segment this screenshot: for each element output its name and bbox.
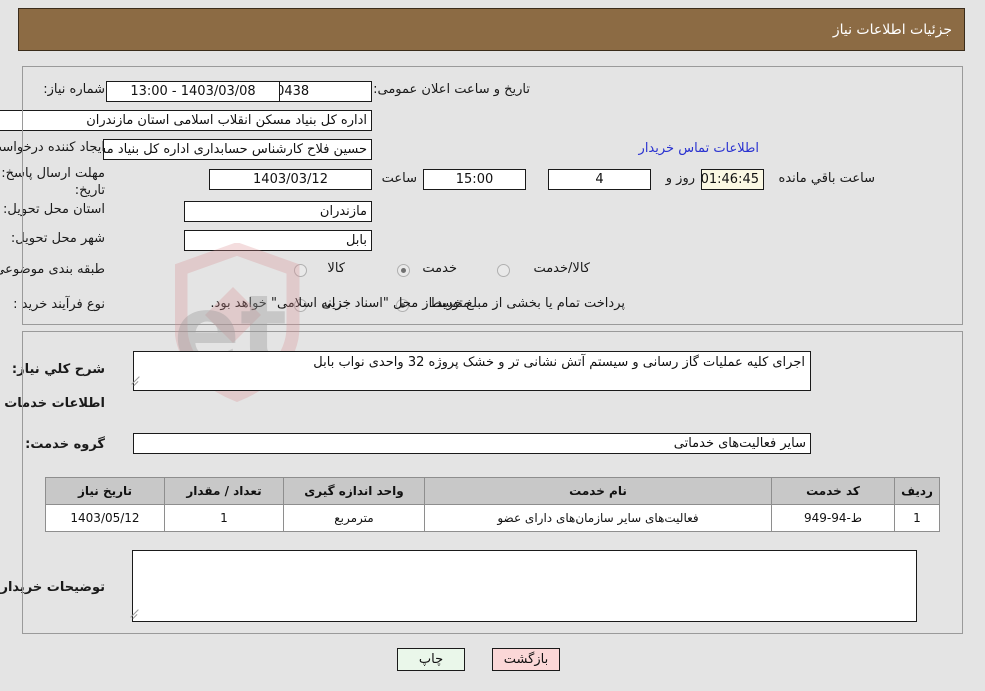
buyer-notes-textarea[interactable] — [132, 550, 917, 622]
page-header: جزئیات اطلاعات نیاز — [18, 8, 965, 51]
need-summary-panel — [22, 66, 963, 325]
print-button[interactable]: چاپ — [397, 648, 465, 671]
col-name: نام خدمت — [424, 477, 772, 505]
table-row[interactable]: 1 ط-94-949 فعالیت‌های سایر سازمان‌های دا… — [45, 504, 940, 532]
cell-date: 1403/05/12 — [45, 504, 165, 532]
services-table-body: 1 ط-94-949 فعالیت‌های سایر سازمان‌های دا… — [45, 504, 940, 532]
cell-unit: مترمربع — [283, 504, 425, 532]
services-table-head: ردیف کد خدمت نام خدمت واحد اندازه گیری ت… — [45, 477, 940, 505]
cell-code: ط-94-949 — [771, 504, 895, 532]
cell-name: فعالیت‌های سایر سازمان‌های دارای عضو — [424, 504, 772, 532]
col-unit: واحد اندازه گیری — [283, 477, 425, 505]
page-title: جزئیات اطلاعات نیاز — [832, 21, 952, 38]
page-root: جزئیات اطلاعات نیاز شماره نیاز: 11030052… — [0, 0, 985, 691]
general-desc-textarea[interactable]: اجرای کلیه عملیات گاز رسانی و سیستم آتش … — [133, 351, 811, 391]
cell-qty: 1 — [164, 504, 284, 532]
cell-row: 1 — [894, 504, 940, 532]
col-row: ردیف — [894, 477, 940, 505]
table-header-row: ردیف کد خدمت نام خدمت واحد اندازه گیری ت… — [45, 477, 940, 505]
services-table: ردیف کد خدمت نام خدمت واحد اندازه گیری ت… — [45, 477, 940, 532]
col-qty: تعداد / مقدار — [164, 477, 284, 505]
col-code: کد خدمت — [771, 477, 895, 505]
service-group-field[interactable]: سایر فعالیت‌های خدماتی — [133, 433, 811, 454]
col-date: تاریخ نیاز — [45, 477, 165, 505]
back-button[interactable]: بازگشت — [492, 648, 560, 671]
